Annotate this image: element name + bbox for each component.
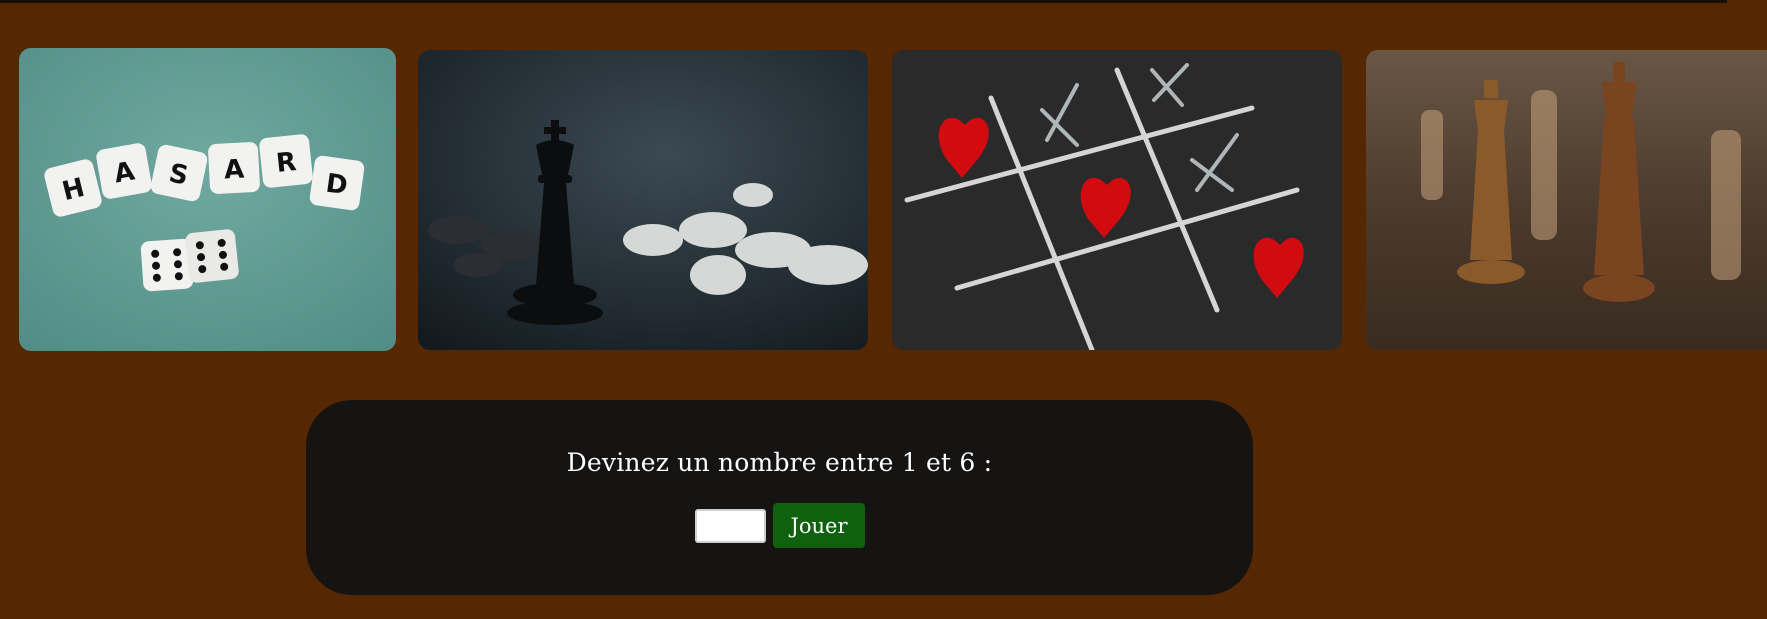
chess-wood-image bbox=[1366, 50, 1767, 350]
play-button[interactable]: Jouer bbox=[773, 503, 865, 548]
guess-input[interactable] bbox=[695, 508, 766, 543]
chess-king-dark-image bbox=[418, 50, 868, 350]
top-divider bbox=[0, 0, 1727, 3]
dice-hasard-image: H A S A R D bbox=[19, 48, 396, 351]
image-gallery: H A S A R D bbox=[19, 48, 1767, 354]
die-letter: R bbox=[275, 147, 298, 179]
die-letter: D bbox=[324, 169, 350, 202]
tic-tac-toe-image bbox=[892, 50, 1342, 350]
game-prompt: Devinez un nombre entre 1 et 6 : bbox=[566, 448, 993, 477]
game-controls: Jouer bbox=[695, 503, 865, 548]
die-letter: A bbox=[223, 154, 245, 185]
guess-game-panel: Devinez un nombre entre 1 et 6 : Jouer bbox=[306, 400, 1253, 595]
